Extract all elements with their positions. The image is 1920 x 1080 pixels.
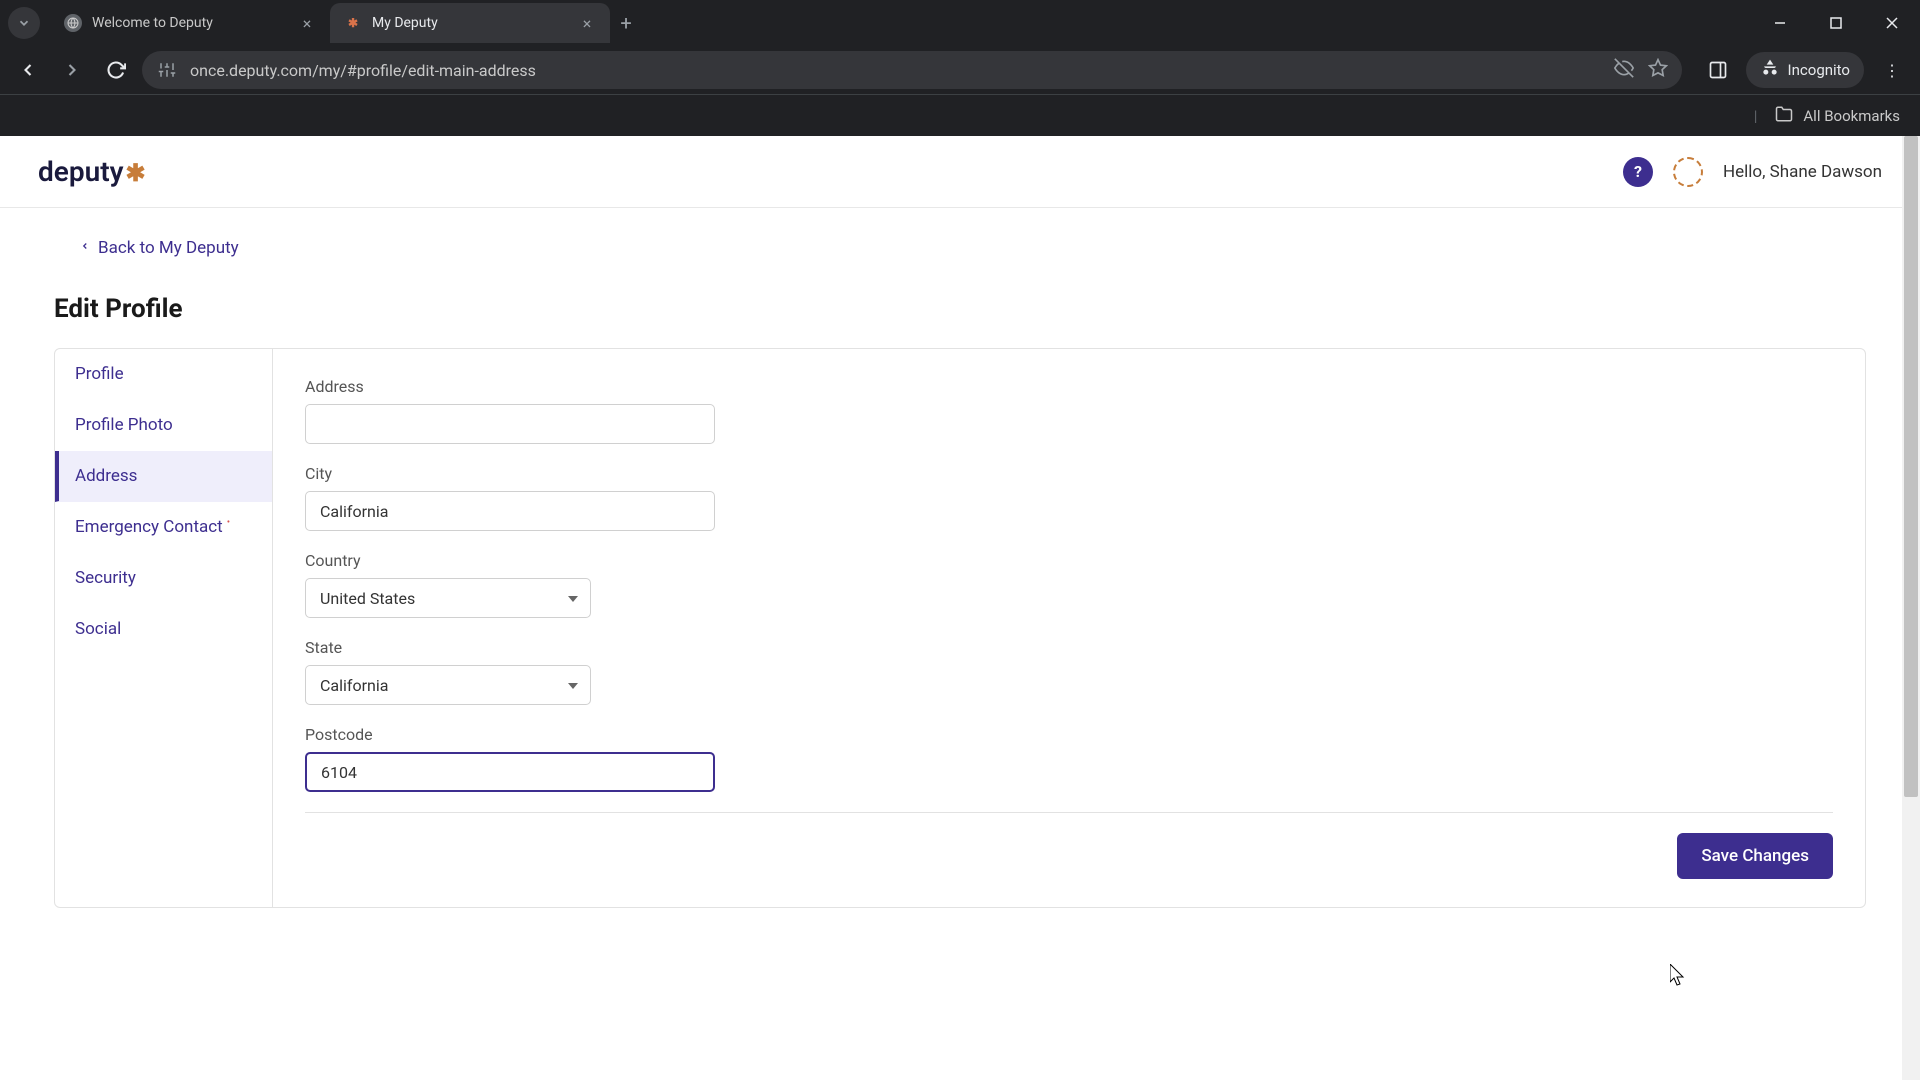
- maximize-button[interactable]: [1808, 0, 1864, 46]
- close-icon[interactable]: ×: [578, 14, 596, 32]
- incognito-icon: [1760, 58, 1780, 82]
- state-select[interactable]: California: [305, 665, 591, 705]
- sidebar-item-profile-photo[interactable]: Profile Photo: [55, 400, 272, 451]
- sidebar-item-profile[interactable]: Profile: [55, 349, 272, 400]
- eye-off-icon[interactable]: [1614, 58, 1634, 82]
- profile-panel: Profile Profile Photo Address Emergency …: [54, 348, 1866, 908]
- tab-title: Welcome to Deputy: [92, 15, 298, 31]
- cursor-icon: [1670, 964, 1688, 988]
- bookmarks-bar: | All Bookmarks: [0, 94, 1920, 136]
- page-viewport: deputy✱ ? Hello, Shane Dawson Back to My…: [0, 136, 1920, 1080]
- sidebar-item-security[interactable]: Security: [55, 553, 272, 604]
- close-icon[interactable]: ×: [298, 14, 316, 32]
- minimize-button[interactable]: [1752, 0, 1808, 46]
- deputy-logo[interactable]: deputy✱: [38, 155, 146, 188]
- incognito-label: Incognito: [1788, 61, 1850, 79]
- scrollbar[interactable]: [1902, 136, 1920, 1080]
- address-form: Address City Country United States State…: [273, 349, 1865, 907]
- city-input[interactable]: [305, 491, 715, 531]
- asterisk-icon: ✱: [126, 159, 146, 187]
- app-header: deputy✱ ? Hello, Shane Dawson: [0, 136, 1920, 208]
- postcode-input[interactable]: [305, 752, 715, 792]
- chevron-left-icon: [80, 238, 90, 258]
- tab-title: My Deputy: [372, 15, 578, 31]
- reload-button[interactable]: [98, 52, 134, 88]
- state-label: State: [305, 638, 1833, 657]
- address-bar: once.deputy.com/my/#profile/edit-main-ad…: [0, 46, 1920, 94]
- forward-button[interactable]: [54, 52, 90, 88]
- site-settings-icon[interactable]: [156, 59, 178, 81]
- city-label: City: [305, 464, 1833, 483]
- new-tab-button[interactable]: +: [610, 7, 642, 39]
- tab-bar: Welcome to Deputy × ✱ My Deputy × +: [0, 0, 1920, 46]
- url-box[interactable]: once.deputy.com/my/#profile/edit-main-ad…: [142, 51, 1682, 89]
- browser-menu-button[interactable]: ⋮: [1874, 52, 1910, 88]
- bookmark-star-icon[interactable]: [1648, 58, 1668, 82]
- deputy-favicon-icon: ✱: [344, 14, 362, 32]
- folder-icon: [1775, 105, 1793, 127]
- back-to-deputy-link[interactable]: Back to My Deputy: [80, 238, 239, 258]
- profile-sidebar: Profile Profile Photo Address Emergency …: [55, 349, 273, 907]
- sidebar-item-social[interactable]: Social: [55, 604, 272, 655]
- postcode-label: Postcode: [305, 725, 1833, 744]
- tab-welcome[interactable]: Welcome to Deputy ×: [50, 3, 330, 43]
- address-input[interactable]: [305, 404, 715, 444]
- country-label: Country: [305, 551, 1833, 570]
- avatar[interactable]: [1673, 157, 1703, 187]
- page-title: Edit Profile: [54, 294, 1866, 324]
- address-label: Address: [305, 377, 1833, 396]
- close-window-button[interactable]: [1864, 0, 1920, 46]
- incognito-indicator[interactable]: Incognito: [1746, 52, 1864, 88]
- greeting-text: Hello, Shane Dawson: [1723, 162, 1882, 182]
- help-button[interactable]: ?: [1623, 157, 1653, 187]
- tab-search-button[interactable]: [8, 7, 40, 39]
- country-select[interactable]: United States: [305, 578, 591, 618]
- url-text: once.deputy.com/my/#profile/edit-main-ad…: [190, 61, 1602, 80]
- sidebar-item-emergency[interactable]: Emergency Contact•: [55, 502, 272, 553]
- sidebar-item-address[interactable]: Address: [55, 451, 272, 502]
- tab-mydeputy[interactable]: ✱ My Deputy ×: [330, 3, 610, 43]
- save-changes-button[interactable]: Save Changes: [1677, 833, 1833, 879]
- side-panel-icon[interactable]: [1700, 52, 1736, 88]
- back-button[interactable]: [10, 52, 46, 88]
- badge-icon: •: [227, 517, 230, 528]
- globe-icon: [64, 14, 82, 32]
- all-bookmarks-link[interactable]: All Bookmarks: [1803, 107, 1900, 125]
